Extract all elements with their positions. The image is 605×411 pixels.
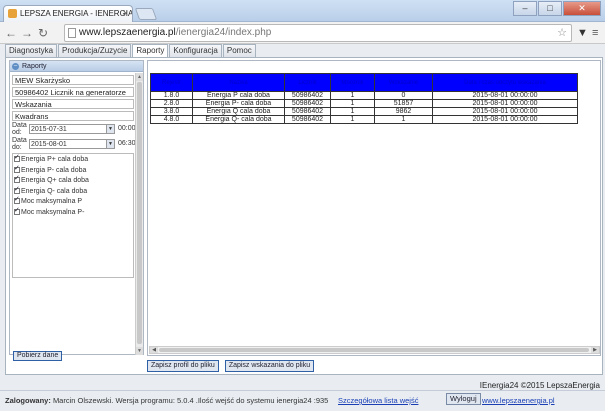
browser-toolbar: ← → ↻ www.lepszaenergia.pl/ienergia24/in… — [0, 22, 605, 44]
export-buttons: Zapisz profil do pliku Zapisz wskazania … — [147, 360, 315, 372]
scroll-right-icon[interactable]: ▶ — [591, 347, 599, 353]
close-window-button[interactable]: ✕ — [563, 1, 601, 16]
maximize-button[interactable]: □ — [538, 1, 562, 16]
forward-arrow-icon[interactable]: → — [20, 26, 34, 40]
report-type[interactable]: Wskazania — [12, 99, 134, 109]
date-to-input[interactable]: 2015-08-01 ▼ — [29, 139, 115, 149]
scroll-up-icon[interactable]: ▲ — [136, 73, 143, 81]
check-item[interactable]: Energia P- cala doba — [13, 164, 133, 177]
main-content: – Raporty MEW Skarżysko 50986402 Licznik… — [5, 57, 603, 375]
collapse-icon[interactable]: – — [12, 63, 19, 70]
scroll-thumb[interactable] — [137, 82, 142, 344]
logged-label: Zalogowany: — [5, 396, 51, 405]
table-row[interactable]: 3.8.0 Energia Q cala doba 50986402 1 9862 201… — [150, 107, 578, 116]
check-item[interactable]: Energia P+ cala doba — [13, 153, 133, 166]
user-info: Marcin Olszewski. Wersja programu: 5.0.4… — [52, 396, 329, 405]
check-item[interactable]: Moc maksymalna P- — [13, 206, 133, 219]
date-from-input[interactable]: 2015-07-31 ▼ — [29, 124, 115, 134]
horizontal-scrollbar[interactable]: ◀ ▶ — [149, 346, 600, 354]
url-path: /ienergia24/index.php — [175, 27, 272, 38]
status-footer: Zalogowany: Marcin Olszewski. Wersja pro… — [0, 390, 605, 411]
panel-body: MEW Skarżysko 50986402 Licznik na genera… — [10, 73, 136, 361]
reload-icon[interactable]: ↻ — [36, 26, 50, 40]
col-header[interactable]: Rejestr — [150, 73, 193, 92]
table-row[interactable]: 1.8.0 Energia P cala doba 50986402 1 0 2015-0… — [150, 91, 578, 100]
tab-konfiguracja[interactable]: Konfiguracja — [169, 44, 222, 57]
scroll-thumb[interactable] — [159, 348, 589, 352]
col-header[interactable]: Mnożnik — [330, 73, 375, 92]
address-bar[interactable]: www.lepszaenergia.pl/ienergia24/index.ph… — [64, 24, 572, 42]
date-from-row: Data od: 2015-07-31 ▼ 00:00 — [12, 122, 136, 136]
checkbox[interactable] — [14, 206, 20, 216]
date-from-label: Data od: — [12, 122, 27, 136]
time-to[interactable]: 06:30 — [118, 139, 136, 149]
checkbox[interactable] — [14, 174, 20, 185]
footer-brand: IEnergia24 ©2015 LepszaEnergia — [479, 381, 600, 390]
bookmark-star-icon[interactable]: ☆ — [557, 25, 567, 41]
tab-pomoc[interactable]: Pomoc — [222, 44, 256, 57]
table-row[interactable]: 4.8.0 Energia Q- cala doba 50986402 1 1 2015-… — [150, 115, 578, 124]
col-header[interactable]: Data i czas odczytu wskazania — [432, 73, 578, 92]
scroll-down-icon[interactable]: ▼ — [136, 347, 143, 355]
date-to-row: Data do: 2015-08-01 ▼ 06:30 — [12, 137, 136, 151]
panel-scrollbar[interactable]: ▲ ▼ — [135, 73, 143, 355]
col-header[interactable]: Nazwa — [192, 73, 285, 92]
checkbox[interactable] — [14, 195, 20, 206]
col-header[interactable]: Licznik — [284, 73, 331, 92]
menu-icon[interactable]: ≡ — [592, 26, 598, 40]
checkbox[interactable] — [14, 153, 20, 164]
tab-close-icon[interactable]: × — [123, 8, 128, 18]
panel-header[interactable]: – Raporty — [10, 61, 143, 72]
page-icon — [68, 28, 76, 38]
col-header[interactable]: Wskazanie — [374, 73, 433, 92]
back-arrow-icon[interactable]: ← — [4, 26, 18, 40]
url-host: www.lepszaenergia.pl — [79, 27, 176, 38]
table-row[interactable]: 2.8.0 Energia P- cala doba 50986402 1 51857 2… — [150, 99, 578, 108]
calendar-dropdown-icon[interactable]: ▼ — [106, 140, 114, 148]
save-readings-button[interactable]: Zapisz wskazania do pliku — [224, 360, 315, 372]
channel-checklist: Energia P+ cala doba Energia P- cala dob… — [12, 153, 134, 278]
readings-table: Rejestr Nazwa Licznik Mnożnik Wskazanie … — [150, 73, 578, 124]
new-tab-button[interactable] — [134, 8, 158, 20]
favicon-icon — [8, 9, 17, 18]
date-to-label: Data do: — [12, 137, 27, 151]
checkbox[interactable] — [14, 185, 20, 195]
table-header-row: Rejestr Nazwa Licznik Mnożnik Wskazanie … — [150, 73, 578, 92]
browser-tab[interactable]: LEPSZA ENERGIA - IENERGIA × — [3, 5, 133, 22]
checkbox[interactable] — [14, 164, 20, 174]
check-item[interactable]: Energia Q+ cala doba — [13, 174, 133, 187]
minimize-button[interactable]: – — [513, 1, 537, 16]
user-status: Zalogowany: Marcin Olszewski. Wersja pro… — [5, 396, 328, 405]
panel-title: Raporty — [22, 63, 47, 70]
tab-produkcja[interactable]: Produkcja/Zuzycie — [58, 44, 132, 57]
check-item[interactable]: Moc maksymalna P — [13, 195, 133, 208]
login-details-link[interactable]: Szczegółowa lista wejść — [338, 396, 418, 405]
reports-panel: – Raporty MEW Skarżysko 50986402 Licznik… — [9, 60, 144, 361]
tab-raporty[interactable]: Raporty — [132, 44, 169, 57]
page: Diagnostyka Produkcja/Zuzycie Raporty Ko… — [0, 44, 605, 411]
tab-diagnostyka[interactable]: Diagnostyka — [5, 44, 58, 57]
report-interval[interactable]: Kwadrans — [12, 111, 134, 121]
save-profile-button[interactable]: Zapisz profil do pliku — [147, 360, 219, 372]
window-controls: – □ ✕ — [513, 1, 601, 16]
time-from[interactable]: 00:00 — [118, 124, 136, 134]
logout-button[interactable]: Wyloguj — [446, 393, 481, 405]
results-panel: Rejestr Nazwa Licznik Mnożnik Wskazanie … — [147, 60, 601, 356]
fetch-data-button[interactable]: Pobierz dane — [13, 351, 63, 361]
app-tabs: Diagnostyka Produkcja/Zuzycie Raporty Ko… — [5, 44, 256, 57]
meter-name[interactable]: 50986402 Licznik na generatorze — [12, 87, 134, 97]
scroll-left-icon[interactable]: ◀ — [150, 347, 158, 353]
check-item[interactable]: Energia Q- cala doba — [13, 185, 133, 198]
browser-tab-title: LEPSZA ENERGIA - IENERGIA — [20, 9, 133, 18]
calendar-dropdown-icon[interactable]: ▼ — [106, 125, 114, 133]
station-name[interactable]: MEW Skarżysko — [12, 75, 134, 85]
site-link[interactable]: www.lepszaenergia.pl — [482, 396, 555, 405]
extension-icon[interactable]: ▼ — [577, 26, 588, 40]
window-titlebar: LEPSZA ENERGIA - IENERGIA × – □ ✕ — [0, 0, 605, 22]
